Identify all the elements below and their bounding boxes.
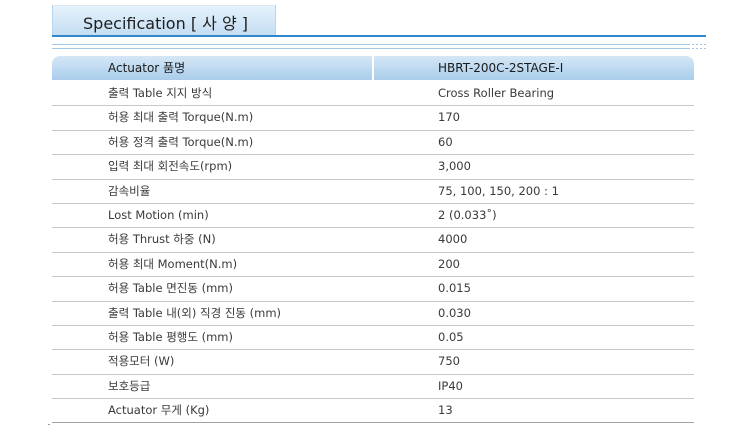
row-value: 75, 100, 150, 200 : 1 bbox=[438, 183, 559, 198]
row-label: 허용 Thrust 하중 (N) bbox=[108, 232, 216, 247]
specification-table: Actuator 품명 HBRT-200C-2STAGE-I 출력 Table … bbox=[52, 56, 694, 424]
row-label: 감속비율 bbox=[108, 183, 151, 198]
row-label: 허용 최대 출력 Torque(N.m) bbox=[108, 110, 254, 125]
header-value-cell: HBRT-200C-2STAGE-I bbox=[374, 56, 694, 80]
divider-line-1 bbox=[52, 44, 688, 45]
table-row: 허용 정격 출력 Torque(N.m) 60 bbox=[52, 131, 694, 156]
row-value: 0.05 bbox=[438, 329, 464, 344]
row-label: 보호등급 bbox=[108, 378, 151, 393]
row-value: IP40 bbox=[438, 378, 463, 393]
title-underline bbox=[52, 35, 706, 37]
table-header: Actuator 품명 HBRT-200C-2STAGE-I bbox=[52, 56, 694, 80]
table-row: 허용 최대 출력 Torque(N.m) 170 bbox=[52, 106, 694, 131]
table-row: 보호등급 IP40 bbox=[52, 375, 694, 400]
table-row: 감속비율 75, 100, 150, 200 : 1 bbox=[52, 180, 694, 204]
table-row: 입력 최대 회전속도(rpm) 3,000 bbox=[52, 155, 694, 180]
table-row: 허용 Table 면진동 (mm) 0.015 bbox=[52, 277, 694, 302]
table-row: 허용 최대 Moment(N.m) 200 bbox=[52, 253, 694, 278]
row-value: Cross Roller Bearing bbox=[438, 86, 555, 100]
row-value: 4000 bbox=[438, 232, 468, 247]
table-row: 적용모터 (W) 750 bbox=[52, 350, 694, 375]
row-label: 입력 최대 회전속도(rpm) bbox=[108, 159, 233, 174]
table-row: 허용 Table 평행도 (mm) 0.05 bbox=[52, 326, 694, 351]
table-row: 출력 Table 지지 방식 Cross Roller Bearing bbox=[52, 82, 694, 107]
row-label: Lost Motion (min) bbox=[108, 207, 209, 222]
row-label: 적용모터 (W) bbox=[108, 354, 175, 369]
row-value: 170 bbox=[438, 110, 460, 125]
corner-dot bbox=[48, 424, 50, 425]
row-value: 0.015 bbox=[438, 281, 471, 296]
table-row: 허용 Thrust 하중 (N) 4000 bbox=[52, 228, 694, 253]
table-row: 출력 Table 내(외) 직경 진동 (mm) 0.030 bbox=[52, 302, 694, 326]
row-value: 13 bbox=[438, 403, 453, 418]
table-body: 출력 Table 지지 방식 Cross Roller Bearing 허용 최… bbox=[52, 82, 694, 424]
section-title: Specification [ 사 양 ] bbox=[83, 14, 248, 33]
row-value: 60 bbox=[438, 134, 453, 149]
row-label: Actuator 무게 (Kg) bbox=[108, 403, 210, 418]
row-label: 허용 Table 평행도 (mm) bbox=[108, 329, 233, 344]
row-label: 허용 Table 면진동 (mm) bbox=[108, 281, 233, 296]
section-title-tab: Specification [ 사 양 ] bbox=[52, 5, 276, 35]
row-value: 0.030 bbox=[438, 305, 471, 320]
divider-dash-1 bbox=[688, 44, 706, 45]
row-value: 200 bbox=[438, 256, 460, 271]
table-row: Lost Motion (min) 2 (0.033˚) bbox=[52, 204, 694, 229]
row-label: 출력 Table 내(외) 직경 진동 (mm) bbox=[108, 305, 282, 320]
row-label: 출력 Table 지지 방식 bbox=[108, 86, 213, 100]
divider-dash-2 bbox=[688, 48, 706, 49]
row-value: 2 (0.033˚) bbox=[438, 207, 497, 222]
row-label: 허용 정격 출력 Torque(N.m) bbox=[108, 134, 254, 149]
row-label: 허용 최대 Moment(N.m) bbox=[108, 256, 238, 271]
header-label-cell: Actuator 품명 bbox=[52, 56, 372, 80]
row-value: 3,000 bbox=[438, 159, 471, 174]
table-row: Actuator 무게 (Kg) 13 bbox=[52, 399, 694, 424]
row-value: 750 bbox=[438, 354, 460, 369]
divider-line-2 bbox=[52, 48, 688, 49]
